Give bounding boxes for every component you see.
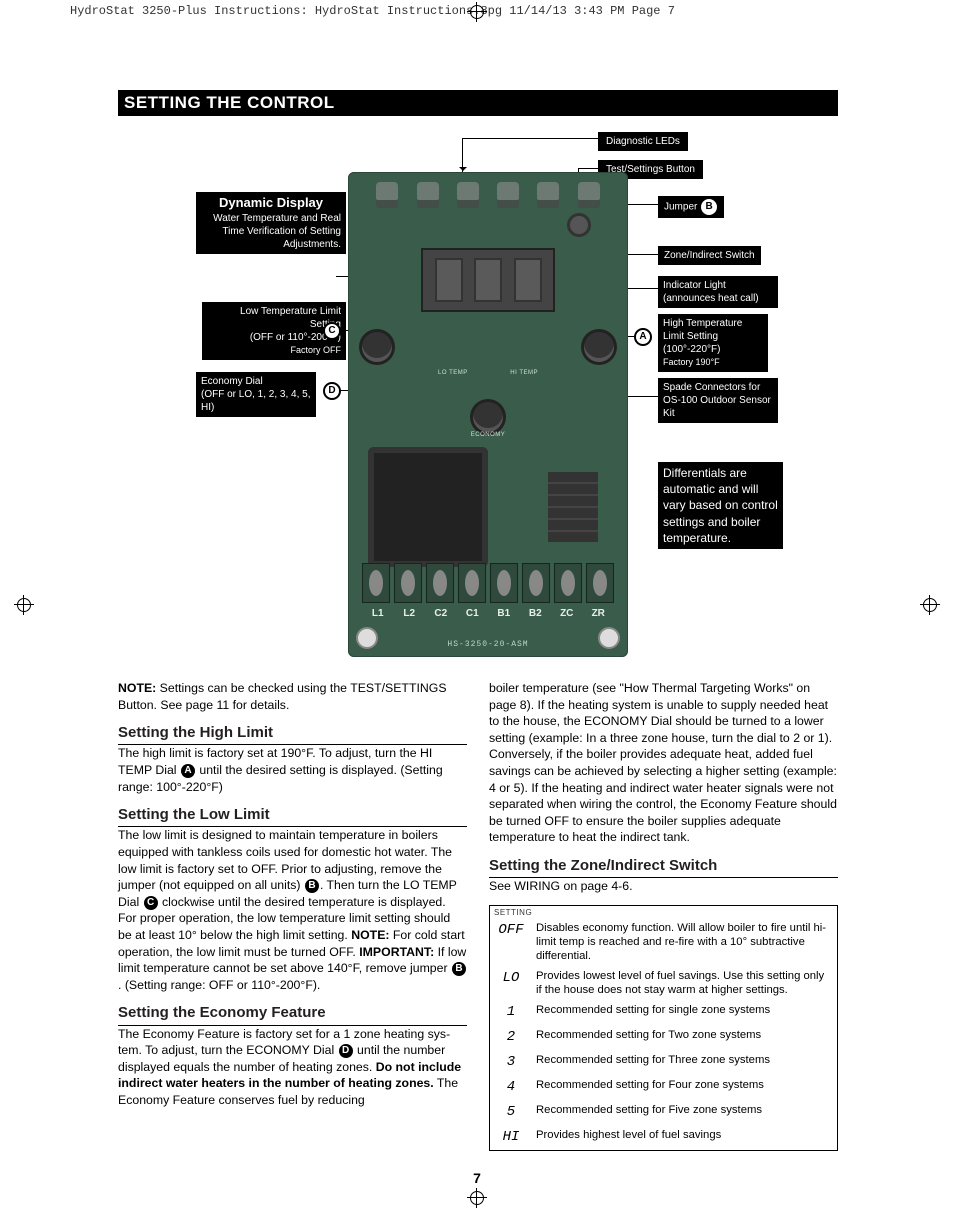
lo-temp-dial-icon [362, 332, 392, 362]
hi-temp-dial-icon [584, 332, 614, 362]
settings-row: HIProvides highest level of fuel savings [490, 1126, 837, 1151]
transformer-icon [368, 447, 488, 567]
key-d-icon: D [323, 382, 341, 400]
para-low-limit: The low limit is designed to maintain te… [118, 827, 467, 993]
callout-spade-connectors: Spade Connectors for OS-100 Outdoor Sens… [658, 378, 778, 423]
settings-row: 5Recommended setting for Five zone syste… [490, 1101, 837, 1126]
para-high-limit: The high limit is factory set at 190°F. … [118, 745, 467, 795]
registration-mark-icon [920, 595, 940, 615]
settings-table-header: SETTING [490, 906, 837, 919]
economy-dial-icon [473, 402, 503, 432]
callout-indicator-light: Indicator Light (announces heat call) [658, 276, 778, 308]
key-a-icon: A [634, 328, 652, 346]
print-slug: HydroStat 3250-Plus Instructions: HydroS… [70, 4, 675, 18]
body-columns: NOTE: Settings can be checked using the … [118, 680, 838, 1151]
callout-diagnostic-leds: Diagnostic LEDs [598, 132, 688, 151]
key-b-icon: B [701, 199, 717, 215]
settings-row: 1Recommended setting for single zone sys… [490, 1001, 837, 1026]
key-c-icon: C [323, 322, 341, 340]
page: HydroStat 3250-Plus Instructions: HydroS… [0, 0, 954, 1210]
column-right: boiler temperature (see "How Thermal Tar… [489, 680, 838, 1151]
page-number: 7 [0, 1170, 954, 1186]
para-economy-cont: boiler temperature (see "How Thermal Tar… [489, 680, 838, 846]
callout-high-limit: High Temperature Limit Setting (100°-220… [658, 314, 768, 372]
section-title-bar: SETTING THE CONTROL [118, 90, 838, 116]
key-b-icon: B [452, 962, 466, 976]
key-b-icon: B [305, 879, 319, 893]
settings-row: 2Recommended setting for Two zone system… [490, 1026, 837, 1051]
key-a-icon: A [181, 764, 195, 778]
para-economy: The Economy Feature is factory set for a… [118, 1026, 467, 1109]
column-left: NOTE: Settings can be checked using the … [118, 680, 467, 1151]
key-d-icon: D [339, 1044, 353, 1058]
heading-zone-switch: Setting the Zone/Indirect Switch [489, 856, 838, 878]
heading-economy: Setting the Economy Feature [118, 1003, 467, 1025]
settings-row: LOProvides lowest level of fuel savings.… [490, 967, 837, 1001]
terminal-block-icon [362, 563, 614, 603]
para-zone-switch: See WIRING on page 4-6. [489, 878, 838, 895]
settings-row: 4Recommended setting for Four zone syste… [490, 1076, 837, 1101]
arrow-down-icon [462, 138, 463, 174]
callout-differentials: Differentials are automatic and will var… [658, 462, 783, 549]
circuit-board-image: LO TEMP HI TEMP ECONOMY L1L2 C2C1 B1B2 Z… [348, 172, 628, 657]
registration-mark-icon [467, 1188, 487, 1208]
callout-economy-dial: Economy Dial (OFF or LO, 1, 2, 3, 4, 5, … [196, 372, 316, 417]
callout-zone-switch: Zone/Indirect Switch [658, 246, 761, 265]
settings-row: 3Recommended setting for Three zone syst… [490, 1051, 837, 1076]
settings-row: OFFDisables economy function. Will allow… [490, 919, 837, 967]
heading-low-limit: Setting the Low Limit [118, 805, 467, 827]
key-c-icon: C [144, 896, 158, 910]
seven-segment-display-icon [421, 248, 555, 312]
note-text: NOTE: Settings can be checked using the … [118, 680, 467, 713]
test-button-icon [570, 216, 588, 234]
registration-mark-icon [467, 2, 487, 22]
callout-jumper: Jumper B [658, 196, 724, 218]
heading-high-limit: Setting the High Limit [118, 723, 467, 745]
settings-table: SETTING OFFDisables economy function. Wi… [489, 905, 838, 1152]
board-diagram: Diagnostic LEDs Test/Settings Button Dyn… [118, 132, 838, 672]
registration-mark-icon [14, 595, 34, 615]
callout-dynamic-display: Dynamic Display Water Temperature and Re… [196, 192, 346, 254]
